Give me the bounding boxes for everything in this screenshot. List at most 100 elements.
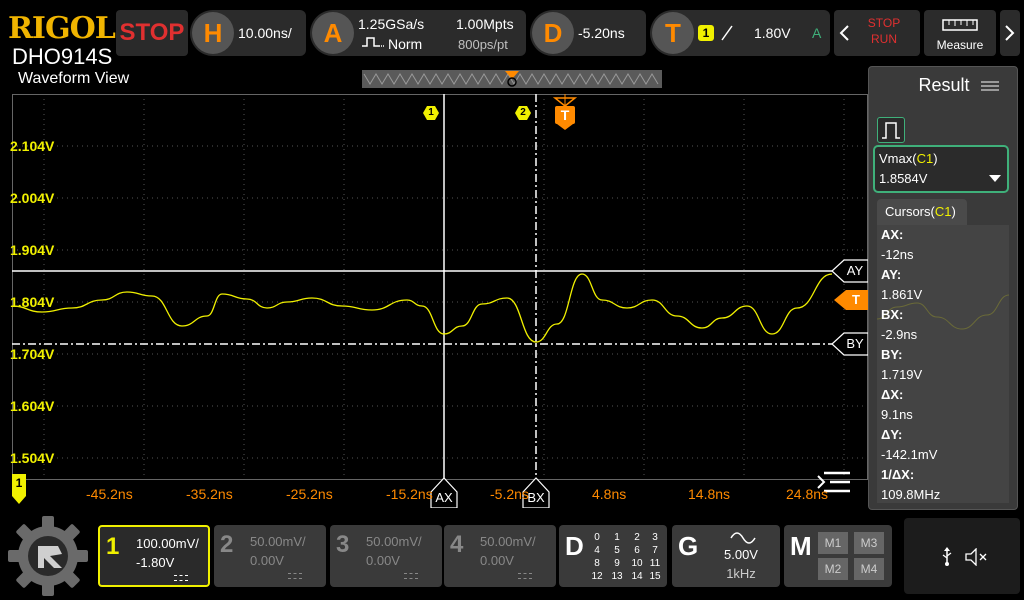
measure-button[interactable]: Measure	[924, 10, 996, 56]
coupling-icon	[288, 573, 302, 579]
channel-number: 1	[106, 533, 120, 560]
cursor-by-tag[interactable]: BY	[842, 336, 868, 352]
trigger-level-tag[interactable]: T	[844, 292, 868, 308]
overview-wave	[363, 71, 659, 87]
horizontal-control[interactable]: H 10.00ns/	[190, 10, 306, 56]
timebase-value: 10.00ns/	[238, 25, 292, 41]
waveform-grid	[12, 94, 868, 508]
y-axis-label: 1.904V	[10, 242, 55, 258]
digital-channel-label: 2	[634, 532, 640, 543]
channel-scale: 50.00mV/	[366, 534, 422, 549]
usb-icon[interactable]	[940, 546, 954, 566]
cursor-value: 9.1ns	[881, 407, 913, 422]
trigger-source-badge: 1	[698, 25, 714, 41]
generator-amplitude: 5.00V	[724, 547, 758, 562]
delay-control[interactable]: D -5.20ns	[530, 10, 646, 56]
digital-channel-label: 14	[631, 571, 643, 582]
math-item[interactable]: M2	[818, 558, 848, 580]
channel-1-offset-marker[interactable]: 1	[12, 476, 26, 490]
channel-scale: 50.00mV/	[250, 534, 306, 549]
generator-box[interactable]: G 5.00V 1kHz	[672, 525, 780, 587]
brand-logo: RIGOL	[8, 11, 116, 46]
mute-icon[interactable]	[964, 548, 990, 566]
rising-edge-icon	[721, 25, 733, 41]
y-axis-label: 1.604V	[10, 398, 55, 414]
cursor-ay-tag[interactable]: AY	[842, 263, 868, 279]
memory-depth: 1.00Mpts	[456, 16, 514, 32]
run-label: RUN	[871, 32, 897, 46]
channel-2-box[interactable]: 2 50.00mV/ 0.00V	[214, 525, 326, 587]
channel-4-box[interactable]: 4 50.00mV/ 0.00V	[444, 525, 556, 587]
digital-channel-label: 10	[631, 558, 643, 569]
channel-offset: 0.00V	[480, 553, 514, 568]
digital-channel-label: 6	[634, 545, 640, 556]
cursor-b-marker[interactable]: 2	[515, 106, 531, 120]
bottom-bar: 1 100.00mV/ -1.80V 2 50.00mV/ 0.00V 3 50…	[0, 510, 1024, 600]
delay-letter: D	[532, 12, 574, 54]
acquire-control[interactable]: A 1.25GSa/s 1.00Mpts Norm 800ps/pt	[310, 10, 526, 56]
y-axis-label: 1.504V	[10, 450, 55, 466]
home-gear-icon[interactable]	[6, 514, 90, 598]
cursor-key: AX:	[881, 227, 904, 242]
digital-channel-label: 9	[614, 558, 620, 569]
cursor-readout: AX: -12ns AY: 1.861V BX: -2.9ns BY: 1.71…	[877, 225, 1009, 503]
y-axis-label: 2.104V	[10, 138, 55, 154]
cursor-key: 1/ΔX:	[881, 467, 915, 482]
x-axis-label: 24.8ns	[786, 486, 829, 502]
x-axis-label: -5.2ns	[490, 486, 529, 502]
more-button[interactable]	[1000, 10, 1020, 56]
channel-offset: 0.00V	[366, 553, 400, 568]
coupling-icon	[174, 575, 188, 581]
memory-overview-bar[interactable]	[362, 70, 662, 88]
channel-number: 2	[220, 531, 234, 558]
channel-scale: 50.00mV/	[480, 534, 536, 549]
delay-value: -5.20ns	[578, 25, 625, 41]
coupling-icon	[518, 573, 532, 579]
cursor-ax-tag[interactable]: AX	[431, 490, 457, 506]
channel-number: 4	[450, 531, 464, 558]
cursor-key: BY:	[881, 347, 903, 362]
y-axis-label: 1.704V	[10, 346, 55, 362]
trigger-control[interactable]: T 1 1.80V A	[650, 10, 830, 56]
math-box[interactable]: M M1 M3 M2 M4	[784, 525, 892, 587]
measurement-item[interactable]: Vmax(C1) 1.8584V	[873, 145, 1009, 193]
digital-channel-label: 15	[649, 571, 661, 582]
channel-number: 3	[336, 531, 350, 558]
cursor-value: 109.8MHz	[881, 487, 941, 502]
measurement-type-icon[interactable]	[877, 117, 905, 143]
system-status-box	[904, 518, 1020, 594]
channel-1-box[interactable]: 1 100.00mV/ -1.80V	[98, 525, 210, 587]
run-stop-button[interactable]: STOP RUN	[834, 10, 920, 56]
cursor-value: -12ns	[881, 247, 914, 262]
x-axis-label: -25.2ns	[286, 486, 333, 502]
channel-offset: 0.00V	[250, 553, 284, 568]
waveform-view[interactable]: 1 2 T 1 AX BX AY BY T	[12, 94, 868, 508]
cursor-a-marker[interactable]: 1	[423, 106, 439, 120]
result-menu-icon[interactable]	[981, 81, 999, 91]
model-name: DHO914S	[12, 44, 113, 69]
math-item[interactable]: M1	[818, 532, 848, 554]
math-item[interactable]: M4	[854, 558, 884, 580]
digital-channels-box[interactable]: D 0 1 2 3 4 5 6 7 8 9 10 11 12 13 14 15	[559, 525, 667, 587]
trigger-position-marker[interactable]: T	[555, 107, 575, 123]
measurement-name: Vmax(	[879, 151, 917, 166]
digital-letter: D	[565, 531, 584, 561]
channel-3-box[interactable]: 3 50.00mV/ 0.00V	[330, 525, 442, 587]
dropdown-arrow-icon[interactable]	[989, 175, 1001, 182]
cursor-value: 1.719V	[881, 367, 923, 382]
digital-channel-label: 12	[591, 571, 603, 582]
cursor-key: AY:	[881, 267, 902, 282]
horizontal-letter: H	[192, 12, 234, 54]
cursors-tab[interactable]: Cursors(C1)	[877, 199, 967, 225]
run-state-indicator[interactable]: STOP	[116, 10, 188, 56]
cursors-channel: C1	[934, 204, 952, 219]
cursor-key: ΔY:	[881, 427, 903, 442]
result-panel: Result Vmax(C1) 1.8584V Cursors(C1) AX: …	[868, 66, 1018, 510]
y-axis-label: 2.004V	[10, 190, 55, 206]
digital-channel-label: 5	[614, 545, 620, 556]
math-item[interactable]: M3	[854, 532, 884, 554]
stop-label: STOP	[867, 16, 901, 30]
trigger-level: 1.80V	[754, 25, 791, 41]
x-axis-label: -15.2ns	[386, 486, 433, 502]
measurement-value: 1.8584V	[879, 171, 928, 186]
